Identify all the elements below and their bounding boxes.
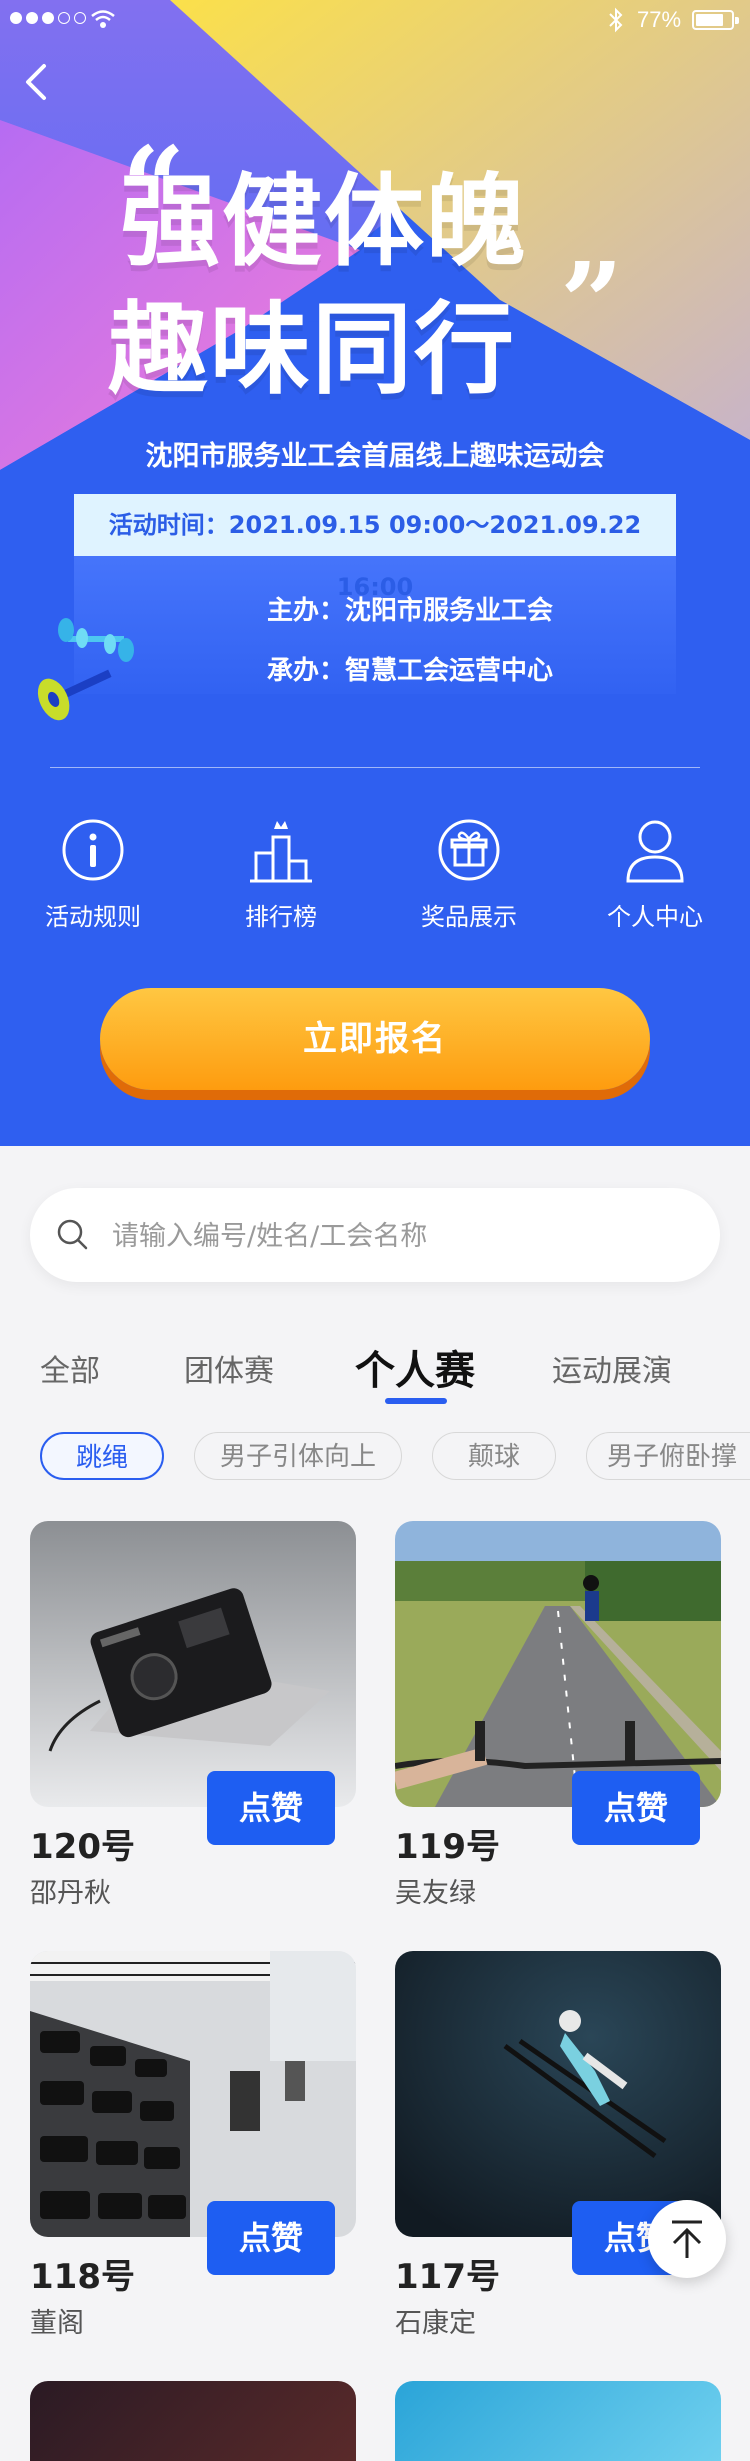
nav-prizes[interactable]: 奖品展示 — [384, 815, 554, 932]
info-icon — [62, 819, 124, 881]
back-arrow-icon[interactable] — [22, 62, 52, 102]
gym-dumbbell-photo — [30, 1951, 356, 2237]
dumbbell-decoration-icon — [37, 618, 134, 721]
back-to-top-button[interactable] — [648, 2200, 726, 2278]
entry-photo-partial[interactable] — [30, 2381, 356, 2461]
nav-personal-center[interactable]: 个人中心 — [570, 815, 740, 932]
search-input[interactable] — [110, 1210, 694, 1262]
close-quote: ” — [560, 238, 624, 367]
nav-label: 个人中心 — [607, 903, 703, 931]
tab-individual[interactable]: 个人赛 — [355, 1338, 475, 1396]
gift-icon — [438, 819, 500, 881]
tab-team[interactable]: 团体赛 — [184, 1346, 274, 1390]
battery-percent: 77% — [637, 7, 682, 32]
entry-photo[interactable] — [395, 1521, 721, 1807]
entry-name: 吴友绿 — [395, 1878, 476, 1909]
entry-number: 117号 — [395, 2257, 500, 2297]
chip-push-up[interactable]: 男子俯卧撑 — [586, 1432, 750, 1480]
nav-ranking[interactable]: 排行榜 — [196, 815, 366, 932]
entry-photo[interactable] — [30, 1521, 356, 1807]
nav-activity-rules[interactable]: 活动规则 — [8, 815, 178, 932]
signup-button[interactable]: 立即报名 — [100, 988, 650, 1090]
entry-name: 董阁 — [30, 2308, 84, 2339]
hero-banner: 77% “ 强健体魄 趣味同行 ” 沈阳市服务业工会首届线上趣味运动会 活动时间… — [0, 0, 750, 1146]
entry-photo[interactable] — [395, 1951, 721, 2237]
search-bar[interactable] — [30, 1188, 720, 1282]
user-icon — [626, 820, 684, 883]
tab-all[interactable]: 全部 — [40, 1346, 100, 1390]
nav-label: 奖品展示 — [421, 903, 517, 931]
tab-performance[interactable]: 运动展演 — [552, 1346, 672, 1390]
entry-number: 118号 — [30, 2257, 135, 2297]
entry-photo[interactable] — [30, 1951, 356, 2237]
status-bar: 77% — [0, 0, 750, 40]
arrow-up-icon — [672, 2220, 702, 2258]
battery-icon — [692, 10, 739, 30]
nav-label: 排行榜 — [245, 903, 317, 931]
chip-juggling[interactable]: 颠球 — [432, 1432, 556, 1480]
like-button[interactable]: 点赞 — [572, 1771, 700, 1845]
like-button[interactable]: 点赞 — [207, 1771, 335, 1845]
ski-jump-photo — [395, 1951, 721, 2237]
wifi-icon — [91, 10, 115, 28]
hero-title-line1: 强健体魄 — [120, 163, 528, 280]
entry-photo-partial[interactable] — [395, 2381, 721, 2461]
nav-label: 活动规则 — [45, 903, 141, 931]
event-time: 活动时间：2021.09.15 09:00～2021.09.22 16:00 — [74, 494, 676, 601]
hero-divider — [50, 767, 700, 768]
entry-name: 邵丹秋 — [30, 1878, 111, 1909]
chip-pull-up[interactable]: 男子引体向上 — [194, 1432, 402, 1480]
search-icon — [57, 1219, 88, 1250]
ranking-icon — [250, 821, 312, 883]
chip-jump-rope[interactable]: 跳绳 — [40, 1432, 164, 1480]
event-subtitle: 沈阳市服务业工会首届线上趣味运动会 — [145, 441, 605, 472]
signal-icon — [10, 12, 86, 24]
entry-name: 石康定 — [395, 2308, 476, 2339]
like-button[interactable]: 点赞 — [207, 2201, 335, 2275]
entry-number: 119号 — [395, 1827, 500, 1867]
hero-title-line2: 趣味同行 — [108, 291, 516, 408]
active-tab-indicator — [385, 1398, 447, 1404]
entry-number: 120号 — [30, 1827, 135, 1867]
cycling-road-photo — [395, 1521, 721, 1807]
bluetooth-icon — [609, 7, 623, 33]
camera-photo — [30, 1521, 356, 1807]
